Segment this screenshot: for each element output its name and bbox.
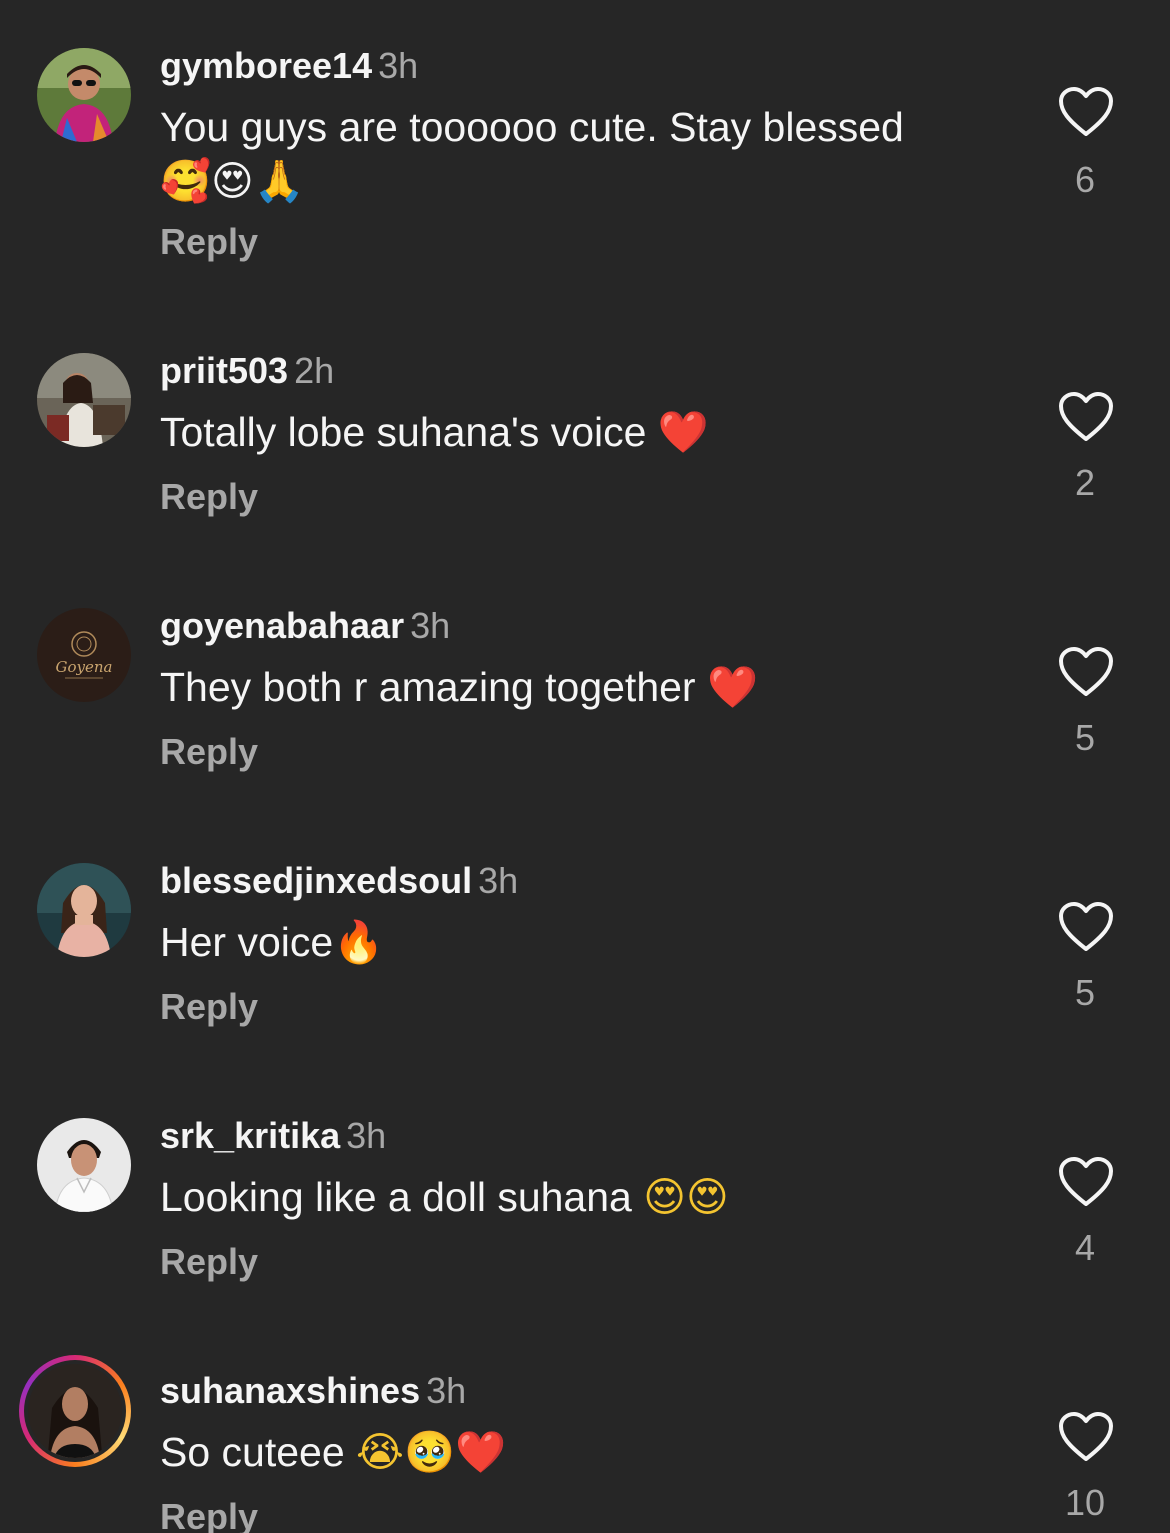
comment-emojis: ❤️	[657, 408, 709, 456]
avatar	[28, 1364, 122, 1458]
comment-emojis: 😭🥹❤️	[356, 1428, 507, 1476]
timestamp: 3h	[478, 860, 519, 901]
comment-text: You guys are toooooo cute. Stay blessed …	[160, 100, 980, 208]
comment-body: Her voice	[160, 919, 334, 965]
comment-body: You guys are toooooo cute. Stay blessed	[160, 104, 904, 150]
timestamp: 3h	[410, 605, 451, 646]
comment-body: They both r amazing together	[160, 664, 696, 710]
like-count: 5	[1074, 972, 1096, 1013]
reply-button[interactable]: Reply	[160, 475, 258, 519]
comment-item: suhanaxshines 3h So cuteee 😭🥹❤️ Reply 10	[0, 1325, 1170, 1533]
comment-body: Totally lobe suhana's voice	[160, 409, 647, 455]
comment-emojis: 🥰😍🙏	[160, 157, 305, 205]
like-count: 4	[1074, 1227, 1096, 1268]
timestamp: 3h	[378, 45, 419, 86]
like-count: 6	[1074, 159, 1096, 200]
timestamp: 3h	[346, 1115, 387, 1156]
comment-body: Looking like a doll suhana	[160, 1174, 632, 1220]
heart-outline-icon[interactable]	[1058, 901, 1114, 953]
comment-meta: gymboree14 3h	[160, 44, 418, 88]
comment-meta: blessedjinxedsoul 3h	[160, 859, 518, 903]
heart-outline-icon[interactable]	[1058, 1156, 1114, 1208]
avatar-story-ring[interactable]	[19, 1355, 131, 1467]
comment-item: gymboree14 3h You guys are toooooo cute. …	[0, 0, 1170, 262]
avatar[interactable]: Goyena	[37, 608, 131, 702]
reply-button[interactable]: Reply	[160, 1495, 258, 1533]
comment-meta: srk_kritika 3h	[160, 1114, 386, 1158]
username[interactable]: priit503	[160, 350, 288, 391]
like-count: 5	[1074, 717, 1096, 758]
comment-item: priit503 2h Totally lobe suhana's voice ❤…	[0, 305, 1170, 560]
comment-item: srk_kritika 3h Looking like a doll suhana…	[0, 1070, 1170, 1325]
avatar[interactable]	[37, 863, 131, 957]
comment-item: blessedjinxedsoul 3h Her voice🔥 Reply 5	[0, 815, 1170, 1070]
avatar-logo-text: Goyena	[56, 658, 113, 676]
comment-text: They both r amazing together ❤️	[160, 660, 980, 714]
comment-meta: suhanaxshines 3h	[160, 1369, 466, 1413]
reply-button[interactable]: Reply	[160, 1240, 258, 1284]
comment-item: Goyena goyenabahaar 3h They both r amazin…	[0, 560, 1170, 815]
reply-button[interactable]: Reply	[160, 220, 258, 264]
username[interactable]: gymboree14	[160, 45, 372, 86]
comment-meta: priit503 2h	[160, 349, 334, 393]
comment-text: Her voice🔥	[160, 915, 980, 969]
comment-text: So cuteee 😭🥹❤️	[160, 1425, 980, 1479]
avatar[interactable]	[37, 353, 131, 447]
heart-outline-icon[interactable]	[1058, 391, 1114, 443]
comment-emojis: 😍😍	[643, 1173, 729, 1221]
avatar[interactable]	[37, 48, 131, 142]
comment-meta: goyenabahaar 3h	[160, 604, 450, 648]
comment-body: So cuteee	[160, 1429, 345, 1475]
username[interactable]: blessedjinxedsoul	[160, 860, 472, 901]
reply-button[interactable]: Reply	[160, 730, 258, 774]
like-count: 10	[1064, 1482, 1106, 1523]
timestamp: 2h	[294, 350, 335, 391]
heart-outline-icon[interactable]	[1058, 1411, 1114, 1463]
comment-emojis: ❤️	[707, 663, 759, 711]
username[interactable]: goyenabahaar	[160, 605, 404, 646]
like-count: 2	[1074, 462, 1096, 503]
username[interactable]: suhanaxshines	[160, 1370, 420, 1411]
heart-outline-icon[interactable]	[1058, 86, 1114, 138]
comment-emojis: 🔥	[333, 918, 385, 966]
timestamp: 3h	[426, 1370, 467, 1411]
heart-outline-icon[interactable]	[1058, 646, 1114, 698]
reply-button[interactable]: Reply	[160, 985, 258, 1029]
username[interactable]: srk_kritika	[160, 1115, 340, 1156]
avatar-ring-gap	[24, 1360, 126, 1462]
avatar[interactable]	[37, 1118, 131, 1212]
comment-text: Looking like a doll suhana 😍😍	[160, 1170, 980, 1224]
comment-text: Totally lobe suhana's voice ❤️	[160, 405, 980, 459]
